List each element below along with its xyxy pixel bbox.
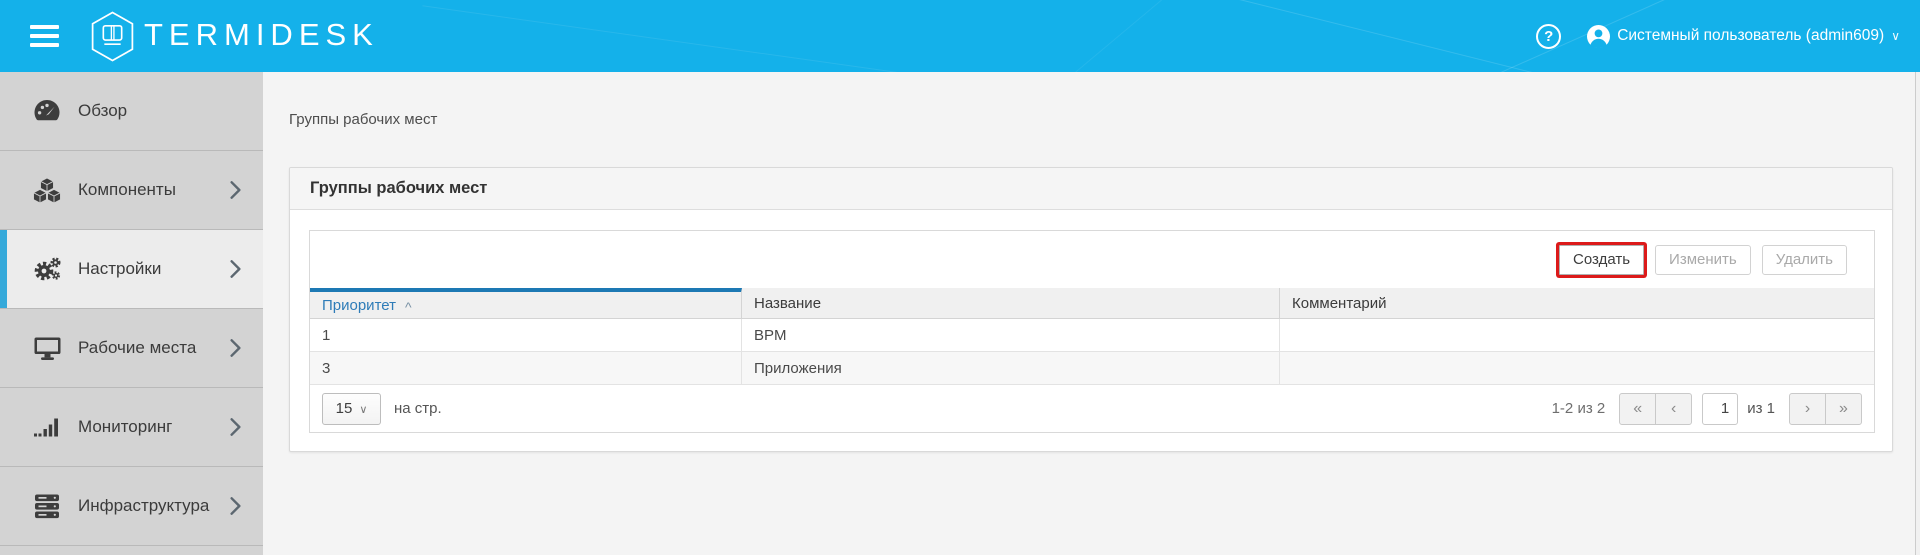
- cell-comment: [1280, 319, 1874, 351]
- sidebar-item-label: Мониторинг: [78, 417, 172, 437]
- sidebar-item-infrastructure[interactable]: Инфраструктура: [0, 467, 263, 546]
- user-name: Системный пользователь (admin609): [1617, 27, 1884, 45]
- cubes-icon: [32, 177, 62, 204]
- header-pattern-line: [422, 5, 917, 72]
- last-page-button[interactable]: »: [1825, 393, 1862, 425]
- create-button[interactable]: Создать: [1559, 245, 1644, 275]
- termidesk-logo: TERMIDESK: [90, 11, 379, 62]
- delete-button[interactable]: Удалить: [1762, 245, 1847, 275]
- cell-name: BPM: [742, 319, 1280, 351]
- table-container: Создать Изменить Удалить Приоритет ^ Наз…: [309, 230, 1875, 433]
- column-header-name[interactable]: Название: [742, 288, 1280, 318]
- sidebar-item-label: Инфраструктура: [78, 496, 209, 516]
- sidebar-nav: Обзор Компоненты: [0, 72, 263, 555]
- menu-toggle-icon[interactable]: [30, 25, 59, 47]
- sidebar-item-components[interactable]: Компоненты: [0, 151, 263, 230]
- table-footer: 15 ∨ на стр. 1-2 из 2 « ‹ из 1: [310, 385, 1874, 432]
- dashboard-icon: [32, 98, 62, 124]
- logo-text: TERMIDESK: [144, 17, 379, 53]
- cell-priority: 3: [310, 352, 742, 384]
- sidebar-item-workplaces[interactable]: Рабочие места: [0, 309, 263, 388]
- chevron-right-icon: [230, 418, 241, 436]
- sidebar-item-monitoring[interactable]: Мониторинг: [0, 388, 263, 467]
- top-header: TERMIDESK ? Системный пользователь (admi…: [0, 0, 1920, 72]
- user-menu[interactable]: Системный пользователь (admin609) ∨: [1587, 25, 1900, 48]
- cell-name: Приложения: [742, 352, 1280, 384]
- signal-bars-icon: [32, 415, 62, 439]
- sidebar-item-settings[interactable]: Настройки: [0, 230, 263, 309]
- sort-asc-icon: ^: [405, 299, 412, 315]
- panel-body: Создать Изменить Удалить Приоритет ^ Наз…: [290, 210, 1892, 451]
- logo-hexagon-icon: [90, 11, 135, 62]
- cell-priority: 1: [310, 319, 742, 351]
- sidebar-item-label: Обзор: [78, 101, 127, 121]
- breadcrumb: Группы рабочих мест: [263, 72, 1920, 128]
- prev-page-button[interactable]: ‹: [1655, 393, 1692, 425]
- table-header-row: Приоритет ^ Название Комментарий: [310, 288, 1874, 319]
- main-content: Группы рабочих мест Группы рабочих мест …: [263, 72, 1920, 555]
- table-row[interactable]: 1 BPM: [310, 319, 1874, 352]
- chevron-down-icon: ∨: [1891, 29, 1900, 43]
- total-pages-label: из 1: [1747, 400, 1775, 417]
- cell-comment: [1280, 352, 1874, 384]
- chevron-down-icon: ∨: [359, 403, 367, 416]
- per-page-label: на стр.: [394, 400, 442, 417]
- chevron-right-icon: [230, 181, 241, 199]
- panel-header: Группы рабочих мест: [290, 168, 1892, 210]
- chevron-right-icon: [230, 339, 241, 357]
- pagination: 1-2 из 2 « ‹ из 1 › »: [1552, 393, 1862, 425]
- pagination-back-group: « ‹: [1619, 393, 1692, 425]
- server-stack-icon: [32, 493, 62, 520]
- column-header-priority[interactable]: Приоритет ^: [310, 288, 742, 318]
- first-page-button[interactable]: «: [1619, 393, 1656, 425]
- chevron-right-icon: [230, 260, 241, 278]
- help-icon[interactable]: ?: [1536, 24, 1561, 49]
- range-label: 1-2 из 2: [1552, 400, 1606, 417]
- gears-icon: [32, 256, 62, 283]
- edit-button[interactable]: Изменить: [1655, 245, 1751, 275]
- chevron-right-icon: [230, 497, 241, 515]
- header-pattern-line: [1015, 0, 1245, 72]
- table-row[interactable]: 3 Приложения: [310, 352, 1874, 385]
- sidebar-item-overview[interactable]: Обзор: [0, 72, 263, 151]
- pagination-forward-group: › »: [1789, 393, 1862, 425]
- sidebar-item-label: Компоненты: [78, 180, 176, 200]
- table-toolbar: Создать Изменить Удалить: [310, 231, 1874, 288]
- sidebar-item-label: Настройки: [78, 259, 161, 279]
- column-header-comment[interactable]: Комментарий: [1280, 288, 1874, 318]
- next-page-button[interactable]: ›: [1789, 393, 1826, 425]
- sidebar-item-label: Рабочие места: [78, 338, 196, 358]
- workplace-groups-panel: Группы рабочих мест Создать Изменить Уда…: [289, 167, 1893, 452]
- current-page-input[interactable]: [1702, 393, 1738, 425]
- scrollbar-track[interactable]: [1915, 72, 1920, 555]
- page-size-select[interactable]: 15 ∨: [322, 393, 381, 425]
- desktop-icon: [32, 335, 62, 361]
- panel-title: Группы рабочих мест: [310, 179, 487, 198]
